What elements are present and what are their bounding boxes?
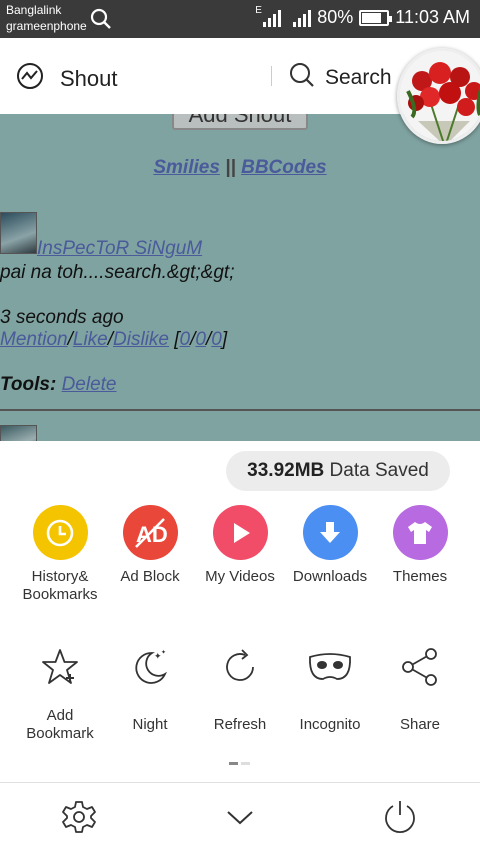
share-button[interactable]: Share xyxy=(372,645,468,734)
exit-button[interactable] xyxy=(380,799,420,839)
star-plus-icon xyxy=(12,645,108,689)
mention-link[interactable]: Mention xyxy=(0,329,68,350)
search-button[interactable]: Search xyxy=(289,62,392,94)
tools-label: Tools: xyxy=(0,374,57,395)
my-videos-button[interactable]: My Videos xyxy=(192,505,288,586)
menu-row-secondary: Add Bookmark ✦ ✦ Night Refresh Incognito S… xyxy=(0,645,480,755)
dislike-count[interactable]: 0 xyxy=(211,329,222,350)
power-icon xyxy=(382,799,418,840)
themes-button[interactable]: Themes xyxy=(372,505,468,586)
page-indicator xyxy=(229,762,250,765)
site-title[interactable]: Shout xyxy=(16,62,118,96)
search-icon xyxy=(90,8,112,35)
toolbar-divider xyxy=(271,66,272,86)
status-indicators: E 80% 11:03 AM xyxy=(255,5,470,28)
data-saved-amount: 33.92MB xyxy=(247,460,325,481)
browser-toolbar: Shout Search xyxy=(0,38,480,144)
menu-label: Incognito xyxy=(299,716,361,733)
add-bookmark-button[interactable]: Add Bookmark xyxy=(12,645,108,743)
ad-block-button[interactable]: AD Ad Block xyxy=(102,505,198,586)
browser-menu-sheet: 33.92MB Data Saved History& Bookmarks AD … xyxy=(0,441,480,854)
gear-icon xyxy=(61,799,97,840)
incognito-button[interactable]: Incognito xyxy=(282,645,378,734)
night-mode-button[interactable]: ✦ ✦ Night xyxy=(102,645,198,734)
battery-percent: 80% xyxy=(317,7,354,27)
smilies-bbcodes-links: Smilies || BBCodes xyxy=(0,157,480,179)
user-avatar[interactable] xyxy=(0,425,37,441)
profile-avatar[interactable] xyxy=(397,48,480,144)
moon-icon: ✦ ✦ xyxy=(102,645,198,689)
menu-bottom-bar xyxy=(0,783,480,854)
downloads-button[interactable]: Downloads xyxy=(282,505,378,586)
delete-link[interactable]: Delete xyxy=(62,374,117,395)
menu-label: Ad Block xyxy=(120,568,180,585)
dislike-link[interactable]: Dislike xyxy=(113,329,169,350)
post-tools: Tools: Delete xyxy=(0,374,117,396)
username-link[interactable]: InsPecToR SiNguM xyxy=(37,238,202,259)
menu-row-primary: History& Bookmarks AD Ad Block My Videos … xyxy=(0,505,480,615)
status-bar: Banglalink grameenphone E 80% 11:03 AM xyxy=(0,0,480,38)
menu-label: Share xyxy=(399,716,441,733)
search-label: Search xyxy=(325,66,392,89)
svg-text:✦: ✦ xyxy=(161,649,166,656)
user-avatar[interactable] xyxy=(0,212,37,254)
bracket-open: [ xyxy=(168,329,180,350)
bracket-close: ] xyxy=(221,329,228,350)
clock-icon xyxy=(32,505,88,560)
menu-label: Refresh xyxy=(213,716,267,733)
clock-time: 11:03 AM xyxy=(395,7,470,27)
battery-icon xyxy=(359,9,393,26)
signal-icon-2 xyxy=(293,9,312,27)
menu-label: Downloads xyxy=(292,568,368,585)
menu-label: History& Bookmarks xyxy=(22,568,98,603)
data-saved-badge: 33.92MB Data Saved xyxy=(226,451,450,491)
menu-label: Add Bookmark xyxy=(26,707,94,742)
carrier-2: grameenphone xyxy=(6,19,87,33)
settings-button[interactable] xyxy=(59,799,99,839)
post-text: pai na toh....search.&gt;&gt; xyxy=(0,262,235,283)
refresh-icon xyxy=(192,645,288,689)
download-icon xyxy=(302,505,358,560)
bbcodes-link[interactable]: BBCodes xyxy=(241,157,327,178)
add-shout-button[interactable]: Add Shout xyxy=(172,114,308,130)
data-saved-label: Data Saved xyxy=(329,460,429,481)
mask-icon xyxy=(282,645,378,689)
history-bookmarks-button[interactable]: History& Bookmarks xyxy=(12,505,108,604)
tshirt-icon xyxy=(392,505,448,560)
like-count[interactable]: 0 xyxy=(195,329,206,350)
carrier-1: Banglalink xyxy=(6,3,62,17)
carrier-names: Banglalink grameenphone xyxy=(6,2,87,34)
menu-label: My Videos xyxy=(205,568,275,585)
share-icon xyxy=(372,645,468,689)
ad-block-icon: AD xyxy=(122,505,178,560)
web-content: Add Shout Smilies || BBCodes InsPecToR S… xyxy=(0,114,480,441)
post-time: 3 seconds ago xyxy=(0,307,124,328)
post-divider xyxy=(0,409,480,411)
menu-label: Night xyxy=(132,716,168,733)
smilies-link[interactable]: Smilies xyxy=(153,157,220,178)
links-separator: || xyxy=(219,157,242,178)
post-actions: Mention/Like/Dislike [0/0/0] xyxy=(0,329,227,351)
menu-label: Themes xyxy=(392,568,448,585)
post-username: InsPecToR SiNguM xyxy=(37,238,202,260)
network-type: E xyxy=(255,4,262,16)
collapse-menu-button[interactable] xyxy=(220,799,260,839)
play-icon xyxy=(212,505,268,560)
search-icon xyxy=(289,62,315,94)
site-title-label: Shout xyxy=(60,66,118,91)
signal-icon: E xyxy=(255,5,282,27)
mention-count[interactable]: 0 xyxy=(180,329,191,350)
chevron-down-icon xyxy=(225,807,255,832)
refresh-button[interactable]: Refresh xyxy=(192,645,288,734)
activity-icon xyxy=(16,62,44,96)
like-link[interactable]: Like xyxy=(73,329,108,350)
